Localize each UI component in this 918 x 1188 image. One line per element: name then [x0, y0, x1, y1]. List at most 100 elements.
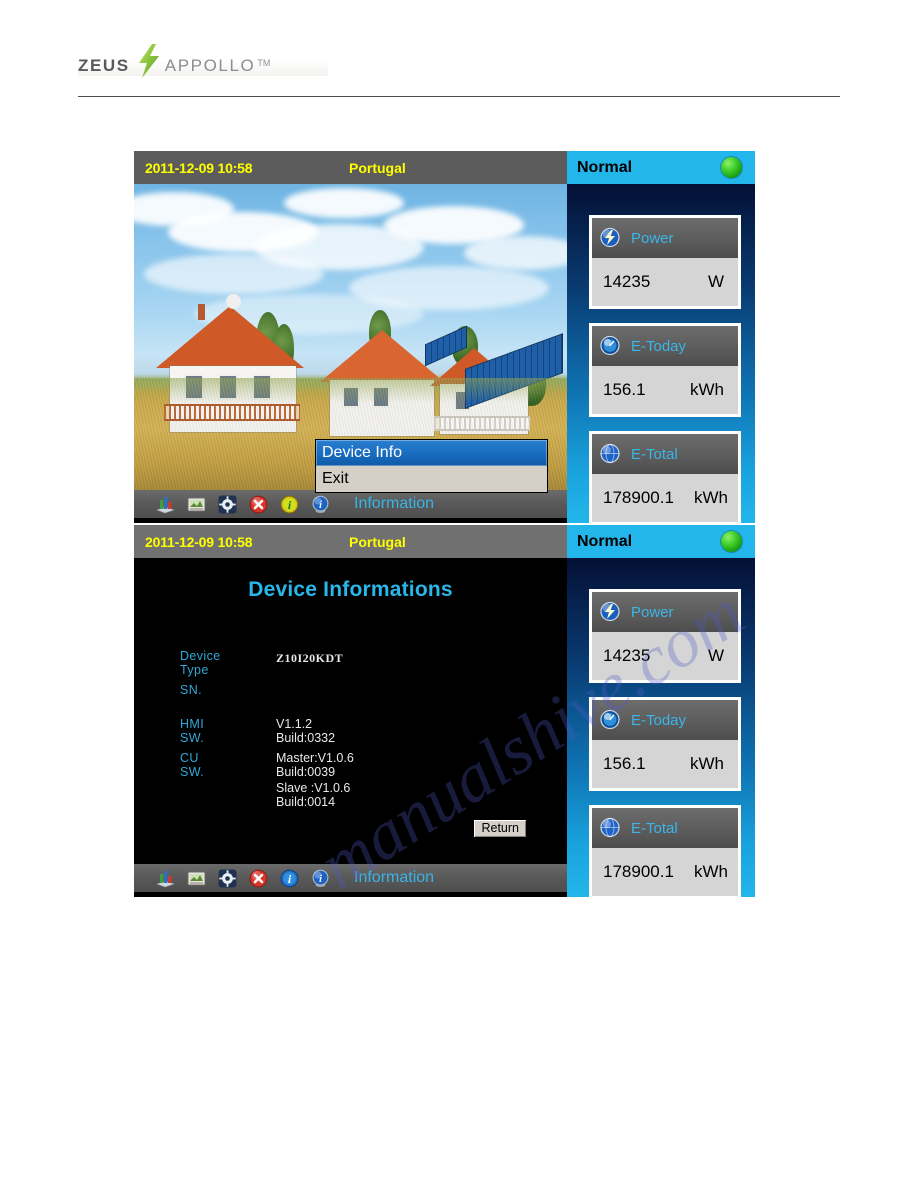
- gear-settings-icon[interactable]: [218, 495, 237, 514]
- blue-info-icon[interactable]: i: [280, 869, 299, 888]
- status-text: Normal: [577, 532, 633, 550]
- card-title: E-Today: [631, 337, 687, 355]
- card-header: E-Total: [592, 434, 738, 474]
- card-value: 14235: [603, 646, 651, 665]
- status-text: Normal: [577, 158, 633, 176]
- power-bolt-globe-icon: [599, 227, 621, 249]
- screen-toolbar: i i Information: [134, 864, 567, 892]
- panel-header: Normal: [567, 151, 755, 184]
- panel-header: Normal: [567, 525, 755, 558]
- field-value: Z10I20KDT: [276, 651, 344, 665]
- header-divider: [78, 96, 840, 97]
- gear-settings-icon[interactable]: [218, 869, 237, 888]
- context-menu-item-label: Device Info: [322, 444, 403, 461]
- card-unit: kWh: [690, 754, 724, 773]
- bar-chart-icon[interactable]: [156, 495, 175, 514]
- screen-left-info: 2011-12-09 10:58 Portugal Device Informa…: [134, 525, 567, 897]
- e-total-globe-icon: [599, 817, 621, 839]
- card-body: 14235 W: [592, 632, 738, 680]
- titlebar: 2011-12-09 10:58 Portugal: [134, 525, 567, 558]
- titlebar-location: Portugal: [349, 533, 406, 550]
- picture-frame-icon[interactable]: [187, 869, 206, 888]
- card-value: 156.1: [603, 380, 646, 399]
- card-header: E-Total: [592, 808, 738, 848]
- status-led-green-icon: [721, 531, 742, 552]
- card-power[interactable]: Power 14235 W: [589, 589, 741, 683]
- red-x-close-icon[interactable]: [249, 495, 268, 514]
- blue-info-globe-icon[interactable]: i: [311, 869, 330, 888]
- titlebar-location: Portugal: [349, 159, 406, 176]
- return-button[interactable]: Return: [473, 819, 527, 838]
- card-unit: kWh: [694, 862, 728, 881]
- field-value-master: Master:V1.0.6 Build:0039: [276, 751, 354, 779]
- e-today-globe-icon: [599, 709, 621, 731]
- card-unit: kWh: [690, 380, 724, 399]
- screen-left-main: 2011-12-09 10:58 Portugal Device Info Ex…: [134, 151, 567, 523]
- card-value: 14235: [603, 272, 651, 291]
- field-value: V1.1.2 Build:0332: [276, 717, 336, 745]
- card-value: 178900.1: [603, 862, 674, 881]
- field-value-group: Master:V1.0.6 Build:0039 Slave :V1.0.6 B…: [276, 751, 354, 809]
- context-menu-item-exit[interactable]: Exit: [316, 466, 547, 492]
- field-value-slave: Slave :V1.0.6 Build:0014: [276, 781, 351, 809]
- screenshot-main: 2011-12-09 10:58 Portugal Device Info Ex…: [134, 151, 755, 523]
- field-label: HMI SW.: [180, 717, 205, 745]
- card-e-total[interactable]: E-Total 178900.1 kWh: [589, 431, 741, 523]
- card-header: Power: [592, 218, 738, 258]
- card-header: Power: [592, 592, 738, 632]
- card-title: Power: [631, 603, 674, 621]
- manual-page: ZEUS APPOLLO TM 2011-12-09 10:58 Portuga…: [0, 0, 918, 1188]
- field-label: SN.: [180, 683, 203, 697]
- bar-chart-icon[interactable]: [156, 869, 175, 888]
- blue-info-globe-icon[interactable]: i: [311, 495, 330, 514]
- toolbar-label: Information: [354, 869, 435, 886]
- screen-toolbar: i i Information: [134, 490, 567, 518]
- card-header: E-Today: [592, 326, 738, 366]
- card-header: E-Today: [592, 700, 738, 740]
- titlebar: 2011-12-09 10:58 Portugal: [134, 151, 567, 184]
- status-led-green-icon: [721, 157, 742, 178]
- card-title: Power: [631, 229, 674, 247]
- card-unit: kWh: [694, 488, 728, 507]
- card-value: 178900.1: [603, 488, 674, 507]
- card-value: 156.1: [603, 754, 646, 773]
- screenshot-device-info: 2011-12-09 10:58 Portugal Device Informa…: [134, 525, 755, 897]
- card-body: 156.1 kWh: [592, 740, 738, 788]
- device-informations-page: Device Informations Device Type Z10I20KD…: [134, 558, 567, 864]
- e-total-globe-icon: [599, 443, 621, 465]
- power-bolt-globe-icon: [599, 601, 621, 623]
- card-power[interactable]: Power 14235 W: [589, 215, 741, 309]
- titlebar-datetime: 2011-12-09 10:58: [145, 533, 253, 550]
- context-menu[interactable]: Device Info Exit: [315, 439, 548, 493]
- card-e-today[interactable]: E-Today 156.1 kWh: [589, 697, 741, 791]
- lightning-bolt-icon: [136, 44, 162, 78]
- card-title: E-Total: [631, 445, 678, 463]
- status-panel: Power 14235 W E-Today 156.1 kWh E-Total …: [567, 184, 755, 523]
- card-body: 156.1 kWh: [592, 366, 738, 414]
- picture-frame-icon[interactable]: [187, 495, 206, 514]
- field-label: Device Type: [180, 649, 221, 677]
- titlebar-datetime: 2011-12-09 10:58: [145, 159, 253, 176]
- toolbar-label: Information: [354, 495, 435, 512]
- brand-logo: ZEUS APPOLLO TM: [78, 42, 329, 78]
- letterhead: ZEUS APPOLLO TM: [0, 0, 918, 100]
- status-panel: Power 14235 W E-Today 156.1 kWh E-Total …: [567, 558, 755, 897]
- page-title: Device Informations: [248, 578, 453, 601]
- trademark-symbol: TM: [257, 58, 271, 68]
- card-e-today[interactable]: E-Today 156.1 kWh: [589, 323, 741, 417]
- screen-right-panel: Normal Power 14235 W E-Today 156.1 kWh E…: [567, 151, 755, 523]
- yellow-info-icon[interactable]: i: [280, 495, 299, 514]
- card-unit: W: [707, 646, 724, 665]
- card-body: 178900.1 kWh: [592, 474, 738, 522]
- context-menu-item-label: Exit: [322, 470, 349, 487]
- red-x-close-icon[interactable]: [249, 869, 268, 888]
- card-unit: W: [707, 272, 724, 291]
- brand-secondary-text: APPOLLO: [164, 56, 256, 75]
- e-today-globe-icon: [599, 335, 621, 357]
- screen-right-panel: Normal Power 14235 W E-Today 156.1 kWh E…: [567, 525, 755, 897]
- card-e-total[interactable]: E-Total 178900.1 kWh: [589, 805, 741, 897]
- brand-primary-text: ZEUS: [78, 56, 130, 75]
- field-label: CU SW.: [180, 751, 205, 779]
- card-title: E-Today: [631, 711, 687, 729]
- context-menu-item-device-info[interactable]: Device Info: [316, 440, 547, 466]
